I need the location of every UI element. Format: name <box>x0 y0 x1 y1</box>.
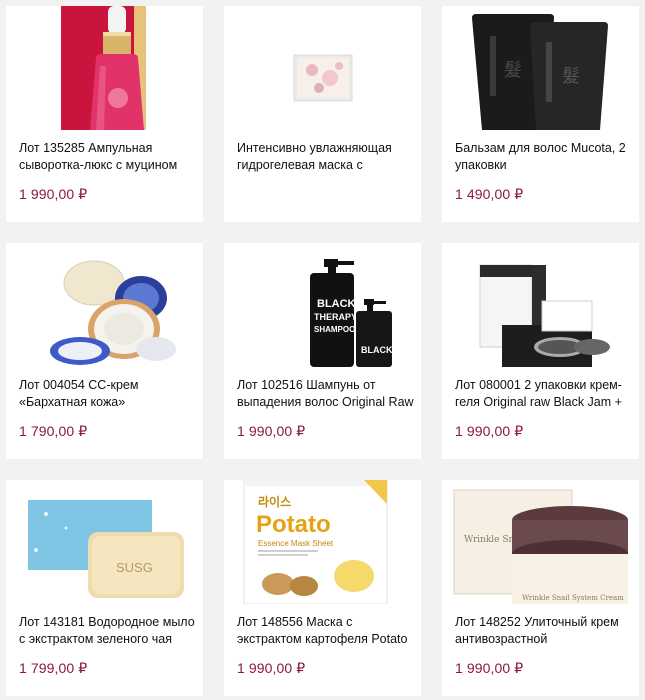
shampoo-small-label: BLACK <box>361 345 393 355</box>
product-title[interactable]: Лот 148252 Улиточный крем антивозрастной <box>455 614 633 648</box>
product-image-ampoule-serum[interactable] <box>6 6 203 130</box>
potato-name-text: Potato <box>256 511 331 538</box>
product-price: 1 990,00 ₽ <box>237 423 306 439</box>
product-price: 1 799,00 ₽ <box>19 660 88 676</box>
product-title[interactable]: Лот 143181 Водородное мыло с экстрактом … <box>19 614 197 648</box>
shampoo-line-2: THERAPY <box>314 312 357 322</box>
product-title[interactable]: Интенсивно увлажняющая гидрогелевая маск… <box>237 140 415 174</box>
product-image-shampoo[interactable]: BLACK THERAPY SHAMPOO BLACK <box>224 243 421 367</box>
product-card[interactable]: SUSG Лот 143181 Водородное мыло с экстра… <box>6 480 203 696</box>
product-price: 1 490,00 ₽ <box>455 186 524 202</box>
product-image-soap[interactable]: SUSG <box>6 480 203 604</box>
product-title[interactable]: Лот 135285 Ампульная сыворотка-люкс с му… <box>19 140 197 174</box>
product-price: 1 990,00 ₽ <box>19 186 88 202</box>
product-title[interactable]: Лот 004054 CC-крем «Бархатная кожа» <box>19 377 197 411</box>
product-card[interactable]: Лот 135285 Ампульная сыворотка-люкс с му… <box>6 6 203 222</box>
snail-sub-text: Wrinkle Snail System Cream <box>522 594 624 602</box>
product-image-cushion[interactable] <box>6 243 203 367</box>
product-image-cream-gel[interactable] <box>442 243 639 367</box>
product-card[interactable]: 라이스 Potato Essence Mask Sheet Лот 148556… <box>224 480 421 696</box>
shampoo-line-1: BLACK <box>317 298 356 310</box>
product-card[interactable]: 髮 髮 Бальзам для волос Mucota, 2 упаковки… <box>442 6 639 222</box>
product-card[interactable]: BLACK THERAPY SHAMPOO BLACK Лот 102516 Ш… <box>224 243 421 459</box>
product-price: 1 990,00 ₽ <box>455 660 524 676</box>
soap-brand-text: SUSG <box>116 560 153 575</box>
product-card[interactable]: Wrinkle Snail Wrinkle Snail System Cream… <box>442 480 639 696</box>
product-grid: Лот 135285 Ампульная сыворотка-люкс с му… <box>6 6 639 696</box>
product-card[interactable]: Интенсивно увлажняющая гидрогелевая маск… <box>224 6 421 222</box>
product-image-snail-cream[interactable]: Wrinkle Snail Wrinkle Snail System Cream <box>442 480 639 604</box>
product-price: 1 790,00 ₽ <box>19 423 88 439</box>
product-image-hair-balm[interactable]: 髮 髮 <box>442 6 639 130</box>
product-image-hydrogel-mask[interactable] <box>224 6 421 130</box>
product-title[interactable]: Бальзам для волос Mucota, 2 упаковки <box>455 140 633 174</box>
product-card[interactable]: Лот 004054 CC-крем «Бархатная кожа» 1 79… <box>6 243 203 459</box>
product-title[interactable]: Лот 080001 2 упаковки крем-геля Original… <box>455 377 633 411</box>
product-image-potato-mask[interactable]: 라이스 Potato Essence Mask Sheet <box>224 480 421 604</box>
product-price: 1 990,00 ₽ <box>455 423 524 439</box>
svg-text:髮: 髮 <box>562 65 580 87</box>
product-price: 1 990,00 ₽ <box>237 660 306 676</box>
potato-brand-text: 라이스 <box>258 494 291 509</box>
shampoo-line-3: SHAMPOO <box>314 325 355 334</box>
product-card[interactable]: Лот 080001 2 упаковки крем-геля Original… <box>442 243 639 459</box>
product-title[interactable]: Лот 102516 Шампунь от выпадения волос Or… <box>237 377 415 411</box>
potato-sub-text: Essence Mask Sheet <box>258 539 334 548</box>
product-title[interactable]: Лот 148556 Маска с экстрактом картофеля … <box>237 614 415 648</box>
svg-text:髮: 髮 <box>504 59 522 81</box>
